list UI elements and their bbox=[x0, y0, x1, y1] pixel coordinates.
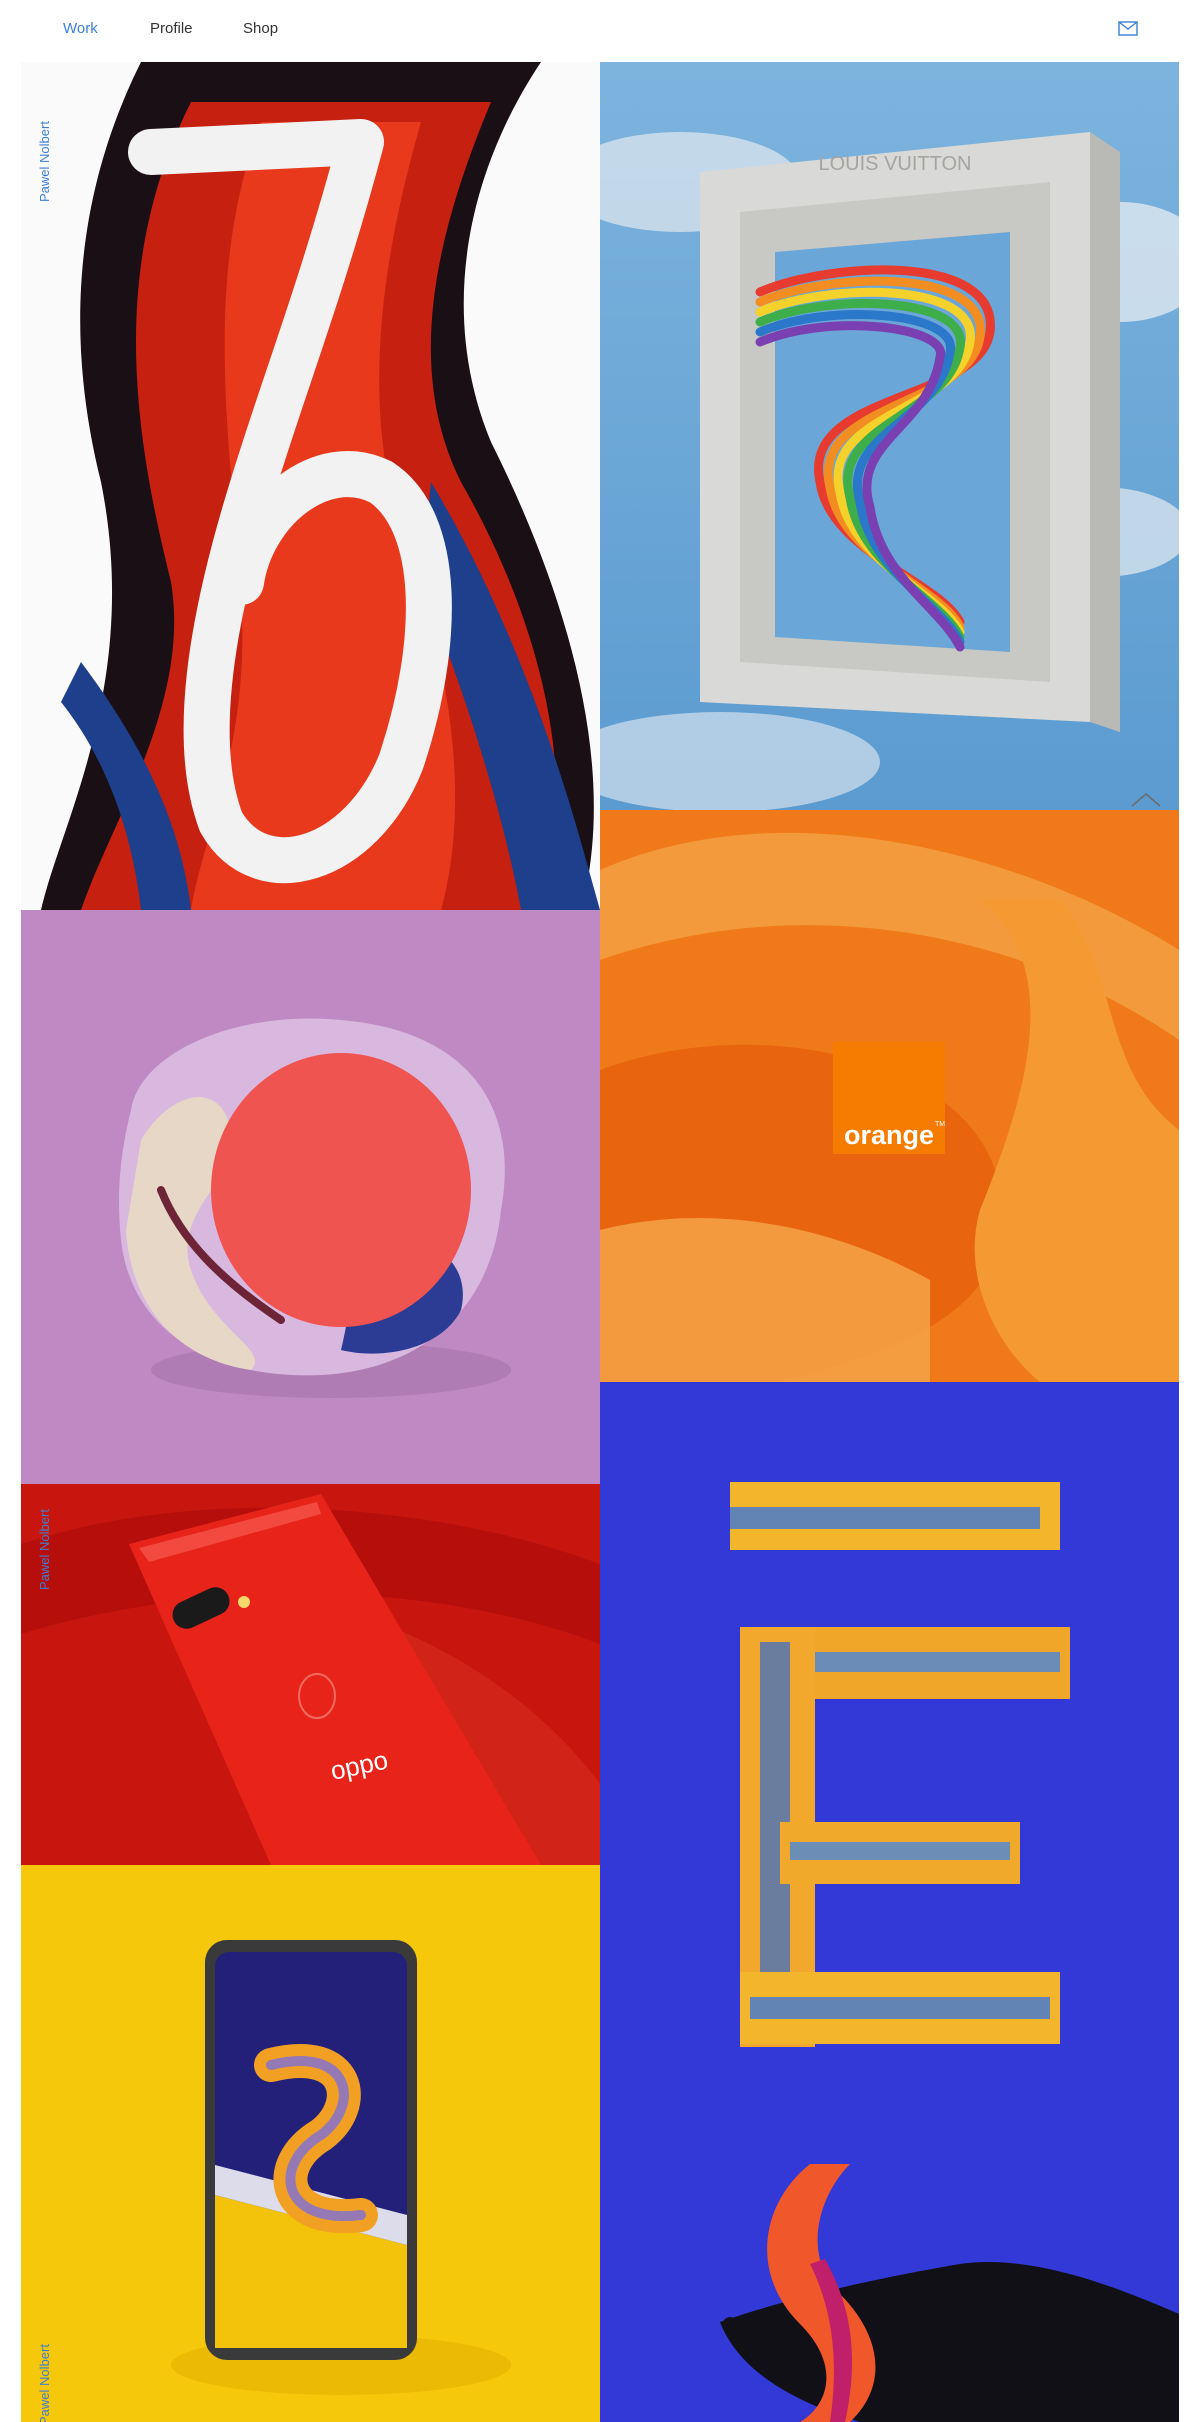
orange-logo-text: orange bbox=[844, 1120, 934, 1150]
project-tile-seven[interactable]: Pawel Nolbert bbox=[21, 62, 600, 910]
project-tile-lilac-blob[interactable] bbox=[21, 910, 600, 1484]
letter-e-artwork bbox=[600, 1382, 1179, 2144]
mail-icon[interactable] bbox=[1118, 21, 1138, 36]
nav-profile[interactable]: Profile bbox=[150, 20, 193, 37]
hand-paint-artwork bbox=[600, 2144, 1179, 2422]
artist-name-label: Pawel Nolbert bbox=[37, 121, 52, 202]
artist-name-label: Pawel Nolbert bbox=[37, 1509, 52, 1590]
orange-logo-trademark: TM bbox=[935, 1121, 945, 1128]
yellow-phone-artwork bbox=[21, 1865, 600, 2422]
artist-name-label: Pawel Nolbert bbox=[37, 2344, 52, 2422]
project-tile-yellow-phone[interactable]: Pawel Nolbert bbox=[21, 1865, 600, 2422]
project-tile-hand[interactable] bbox=[600, 2144, 1179, 2422]
rainbow-frame-artwork: LOUIS VUITTON bbox=[600, 62, 1179, 810]
chevron-up-icon[interactable] bbox=[1130, 790, 1162, 808]
nav-shop[interactable]: Shop bbox=[243, 20, 278, 37]
project-tile-oppo[interactable]: oppo Pawel Nolbert bbox=[21, 1484, 600, 1865]
project-tile-orange[interactable]: orange TM bbox=[600, 810, 1179, 1382]
frame-engraving: LOUIS VUITTON bbox=[819, 153, 972, 175]
project-tile-rainbow-frame[interactable]: LOUIS VUITTON bbox=[600, 62, 1179, 810]
nav-work[interactable]: Work bbox=[63, 20, 98, 37]
top-navigation: Work Profile Shop bbox=[0, 0, 1200, 62]
seven-artwork bbox=[21, 62, 600, 910]
orange-artwork: orange TM bbox=[600, 810, 1179, 1382]
project-tile-letter-e[interactable] bbox=[600, 1382, 1179, 2144]
lilac-blob-artwork bbox=[21, 910, 600, 1484]
oppo-artwork: oppo bbox=[21, 1484, 600, 1865]
